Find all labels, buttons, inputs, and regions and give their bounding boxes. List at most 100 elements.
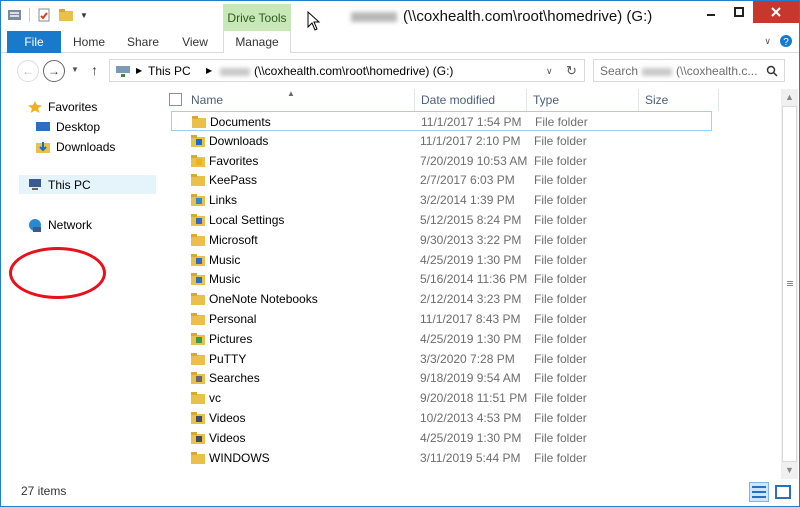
title-bar: ▼ Drive Tools (\\coxhealth.com\root\home… (1, 1, 799, 31)
forward-button[interactable]: → (43, 60, 65, 82)
vertical-scrollbar[interactable]: ▲ ▼ (781, 89, 798, 479)
folder-icon (191, 313, 205, 325)
folder-icon (191, 293, 205, 306)
network-icon (29, 218, 41, 232)
file-name: KeePass (209, 173, 258, 188)
back-arrow-icon: ← (22, 64, 34, 78)
file-row[interactable]: PuTTY 3/3/2020 7:28 PM File folder (171, 349, 711, 369)
network-drive-icon (116, 66, 130, 77)
file-date-modified: 7/20/2019 10:53 AM (420, 153, 528, 168)
file-row[interactable]: WINDOWS 3/11/2019 5:44 PM File folder (171, 448, 711, 468)
file-row[interactable]: Searches 9/18/2019 9:54 AM File folder (171, 368, 711, 388)
tab-view[interactable]: View (175, 31, 215, 53)
breadcrumb-chevron-icon[interactable]: ▶ (206, 66, 212, 75)
folder-icon (191, 233, 205, 246)
help-icon[interactable]: ? (779, 34, 793, 48)
customize-toolbar-icon[interactable]: ▼ (80, 11, 88, 20)
file-date-modified: 9/20/2018 11:51 PM (420, 391, 528, 406)
file-row[interactable]: Videos 4/25/2019 1:30 PM File folder (171, 428, 711, 448)
minimize-button[interactable] (697, 1, 725, 23)
scroll-down-icon[interactable]: ▼ (781, 462, 798, 479)
redacted-username (351, 12, 397, 23)
file-type: File folder (534, 312, 587, 326)
details-view-button[interactable] (749, 482, 769, 502)
file-type: File folder (534, 371, 587, 386)
file-name: Searches (209, 371, 260, 386)
file-row[interactable]: Personal 11/1/2017 8:43 PM File folder (171, 309, 711, 329)
file-row[interactable]: Videos 10/2/2013 4:53 PM File folder (171, 408, 711, 428)
nav-item-label: Downloads (56, 139, 116, 154)
tab-manage[interactable]: Manage (223, 31, 291, 53)
file-list: ▲ Name Date modified Type Size Documents… (159, 89, 781, 479)
file-date-modified: 5/12/2015 8:24 PM (420, 213, 522, 227)
file-row[interactable]: Music 5/16/2014 11:36 PM File folder (171, 269, 711, 289)
file-row[interactable]: Music 4/25/2019 1:30 PM File folder (171, 250, 711, 270)
maximize-button[interactable] (725, 1, 753, 23)
scroll-up-icon[interactable]: ▲ (781, 89, 798, 106)
window-controls (697, 1, 799, 23)
file-row[interactable]: Favorites 7/20/2019 10:53 AM File folder (171, 151, 711, 171)
breadcrumb-chevron-icon[interactable]: ▶ (136, 66, 142, 75)
tab-file[interactable]: File (7, 31, 61, 53)
file-name: Personal (209, 312, 257, 326)
nav-item-favorites[interactable]: Favorites (27, 97, 97, 116)
file-row[interactable]: Documents 11/1/2017 1:54 PM File folder (171, 111, 712, 131)
file-name: Videos (209, 430, 246, 445)
new-folder-icon[interactable] (58, 7, 74, 23)
file-row[interactable]: OneNote Notebooks 2/12/2014 3:23 PM File f… (171, 289, 711, 309)
file-type: File folder (534, 252, 587, 267)
nav-item-this-pc[interactable]: This PC (19, 175, 156, 194)
search-icon[interactable] (766, 65, 778, 77)
file-row[interactable]: Links 3/2/2014 1:39 PM File folder (171, 190, 711, 210)
up-arrow-icon[interactable]: ↑ (91, 62, 98, 78)
column-header-type[interactable]: Type (527, 89, 639, 111)
folder-icon (191, 352, 205, 365)
file-type: File folder (534, 153, 587, 168)
breadcrumb-drive[interactable]: (\\coxhealth.com\root\homedrive) (G:) (216, 64, 453, 78)
close-button[interactable] (753, 1, 799, 23)
checkmark-page-icon[interactable] (36, 7, 52, 23)
links-folder-icon (191, 194, 205, 207)
scrollbar-thumb[interactable] (782, 106, 797, 462)
file-row[interactable]: KeePass 2/7/2017 6:03 PM File folder (171, 170, 711, 190)
file-date-modified: 3/2/2014 1:39 PM (420, 193, 515, 208)
file-row[interactable]: Local Settings 5/12/2015 8:24 PM File fold… (171, 210, 711, 230)
folder-icon (191, 392, 205, 405)
expand-ribbon-icon[interactable]: ∨ (764, 36, 771, 47)
desktop-icon (36, 121, 50, 131)
tab-share[interactable]: Share (121, 31, 165, 53)
thumb-grip-icon (787, 281, 793, 282)
file-date-modified: 9/18/2019 9:54 AM (420, 371, 521, 386)
breadcrumb-this-pc[interactable]: This PC (148, 64, 191, 78)
search-box[interactable]: Search (\\coxhealth.c... (593, 59, 785, 82)
videos-folder-icon (191, 431, 205, 444)
navigation-bar: ← → ▼ ↑ ▶ This PC ▶ (\\coxhealth.com\roo… (1, 54, 799, 88)
nav-item-downloads[interactable]: Downloads (35, 137, 115, 156)
column-header-date[interactable]: Date modified (415, 89, 527, 111)
file-row[interactable]: vc 9/20/2018 11:51 PM File folder (171, 388, 711, 408)
folder-icon (192, 116, 206, 128)
column-header-name[interactable]: ▲ Name (159, 89, 415, 111)
nav-item-desktop[interactable]: Desktop (35, 117, 100, 136)
address-bar[interactable]: ▶ This PC ▶ (\\coxhealth.com\root\homedr… (109, 59, 585, 82)
star-icon (28, 100, 42, 113)
file-type: File folder (534, 430, 587, 445)
select-all-checkbox[interactable] (169, 93, 182, 106)
file-row[interactable]: Pictures 4/25/2019 1:30 PM File folder (171, 329, 711, 349)
column-header-size[interactable]: Size (639, 89, 719, 111)
file-row[interactable]: Downloads 11/1/2017 2:10 PM File folder (171, 131, 711, 151)
file-date-modified: 4/25/2019 1:30 PM (420, 430, 522, 445)
file-name: Videos (209, 411, 246, 425)
maximize-icon (734, 7, 744, 17)
recent-locations-icon[interactable]: ▼ (71, 65, 79, 74)
refresh-icon[interactable]: ↻ (566, 63, 577, 79)
back-button[interactable]: ← (17, 60, 39, 82)
properties-icon[interactable] (7, 7, 23, 23)
address-dropdown-icon[interactable]: ∨ (546, 66, 553, 77)
videos-folder-icon (191, 412, 205, 424)
music-folder-icon (191, 253, 205, 266)
nav-item-network[interactable]: Network (27, 215, 92, 234)
large-icons-view-button[interactable] (773, 482, 793, 502)
tab-home[interactable]: Home (67, 31, 111, 53)
file-row[interactable]: Microsoft 9/30/2013 3:22 PM File folder (171, 230, 711, 250)
